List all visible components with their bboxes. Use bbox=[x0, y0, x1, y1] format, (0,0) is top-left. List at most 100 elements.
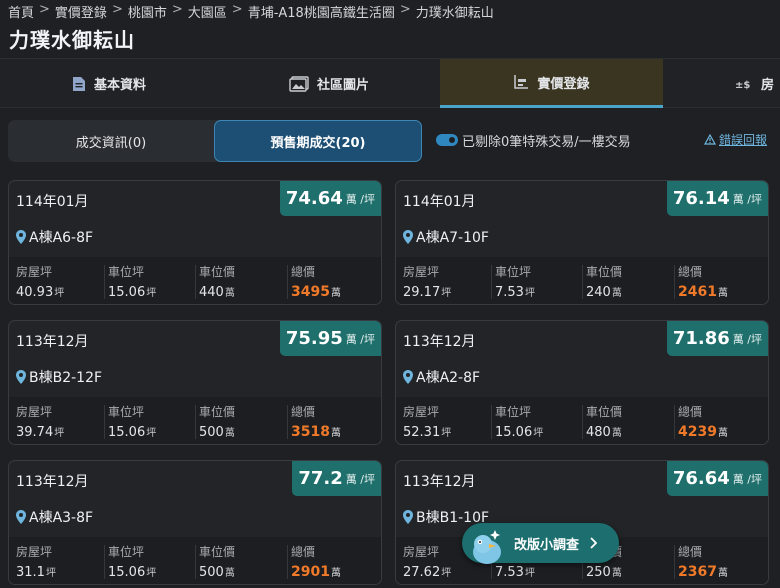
tab-price-registry[interactable]: 實價登錄 bbox=[440, 59, 663, 108]
stat-parking-price: 車位價 500萬 bbox=[199, 403, 235, 440]
presale-deal-button[interactable]: 預售期成交(20) bbox=[214, 120, 422, 162]
unit-price-unit: 萬 /坪 bbox=[345, 192, 375, 206]
parking-area-value: 7.53 bbox=[495, 565, 524, 580]
breadcrumb-separator: > bbox=[171, 2, 183, 17]
unit-name: A棟A3-8F bbox=[29, 510, 94, 526]
divider bbox=[104, 405, 105, 439]
parking-price-value: 500 bbox=[199, 565, 224, 580]
unit-text: 萬 bbox=[330, 288, 341, 299]
location-pin-icon bbox=[16, 230, 26, 244]
stat-label: 總價 bbox=[678, 265, 703, 279]
stat-value: 15.06坪 bbox=[495, 424, 543, 440]
transaction-card[interactable]: 113年12月 77.2 萬 /坪 A棟A3-8F 房屋坪 31.1坪 車位坪 … bbox=[8, 460, 382, 585]
unit-text: 坪 bbox=[524, 288, 535, 299]
unit-price-value: 76.14 bbox=[672, 188, 730, 209]
stat-value: 15.06坪 bbox=[108, 564, 156, 580]
stat-label: 總價 bbox=[678, 405, 703, 419]
stat-total-price: 總價 3495萬 bbox=[291, 263, 341, 300]
stat-label: 房屋坪 bbox=[16, 265, 53, 279]
stat-value: 27.62坪 bbox=[403, 564, 451, 580]
page-title: 力璞水御耘山 bbox=[9, 28, 135, 52]
error-report-link[interactable]: 錯誤回報 bbox=[704, 131, 767, 148]
unit-text: 坪 bbox=[146, 568, 157, 579]
unit-text: 萬 bbox=[330, 428, 341, 439]
breadcrumb-separator: > bbox=[231, 2, 243, 17]
breadcrumb-district[interactable]: 大園區 bbox=[188, 2, 227, 21]
total-price-value: 3518 bbox=[291, 424, 330, 440]
transaction-card[interactable]: 114年01月 76.14 萬 /坪 A棟A7-10F 房屋坪 29.17坪 車… bbox=[395, 180, 769, 305]
breadcrumb-price-registry[interactable]: 實價登錄 bbox=[55, 2, 107, 21]
unit-text: 坪 bbox=[524, 568, 535, 579]
parking-price-value: 240 bbox=[586, 285, 611, 300]
deal-date: 113年12月 bbox=[403, 474, 476, 490]
breadcrumb: 首頁 > 實價登錄 > 桃園市 > 大園區 > 青埔-A18桃園高鐵生活圈 > 力璞水御耘… bbox=[8, 2, 494, 21]
stat-value: 240萬 bbox=[586, 284, 622, 300]
unit-text: 萬 bbox=[611, 428, 622, 439]
transaction-card[interactable]: 114年01月 74.64 萬 /坪 A棟A6-8F 房屋坪 40.93坪 車位… bbox=[8, 180, 382, 305]
divider bbox=[287, 545, 288, 579]
stat-label: 車位價 bbox=[586, 265, 623, 279]
total-price-value: 4239 bbox=[678, 424, 717, 440]
stat-value: 7.53坪 bbox=[495, 284, 535, 300]
stat-label: 房屋坪 bbox=[403, 405, 440, 419]
location-pin-icon bbox=[403, 510, 413, 524]
exclude-special-toggle[interactable] bbox=[436, 134, 458, 146]
location-pin-icon bbox=[16, 510, 26, 524]
unit-text: 坪 bbox=[441, 288, 452, 299]
error-report-label: 錯誤回報 bbox=[719, 133, 768, 147]
unit-text: 萬 bbox=[330, 568, 341, 579]
location-pin-icon bbox=[403, 230, 413, 244]
unit-text: 坪 bbox=[533, 428, 544, 439]
stat-total-price: 總價 3518萬 bbox=[291, 403, 341, 440]
unit-text: 萬 bbox=[717, 568, 728, 579]
divider bbox=[491, 265, 492, 299]
breadcrumb-community[interactable]: 力璞水御耘山 bbox=[416, 2, 494, 21]
parking-price-value: 440 bbox=[199, 285, 224, 300]
stat-total-price: 總價 2901萬 bbox=[291, 543, 341, 580]
total-price-value: 2367 bbox=[678, 564, 717, 580]
unit-price-value: 74.64 bbox=[285, 188, 343, 209]
breadcrumb-area[interactable]: 青埔-A18桃園高鐵生活圈 bbox=[248, 2, 395, 21]
stat-label: 車位價 bbox=[586, 405, 623, 419]
stat-label: 車位坪 bbox=[108, 265, 145, 279]
parking-price-value: 500 bbox=[199, 425, 224, 440]
divider bbox=[287, 405, 288, 439]
stat-label: 房屋坪 bbox=[403, 265, 440, 279]
transaction-card[interactable]: 113年12月 75.95 萬 /坪 B棟B2-12F 房屋坪 39.74坪 車… bbox=[8, 320, 382, 445]
deal-info-button[interactable]: 成交資訊(0) bbox=[8, 120, 214, 162]
exclude-special-label: 已剔除0筆特殊交易/一樓交易 bbox=[462, 135, 631, 150]
stat-house-area: 房屋坪 29.17坪 bbox=[403, 263, 451, 300]
stat-value: 31.1坪 bbox=[16, 564, 56, 580]
unit-text: 坪 bbox=[54, 428, 65, 439]
unit-location: B棟B2-12F bbox=[16, 367, 102, 387]
divider bbox=[104, 545, 105, 579]
house-area-value: 40.93 bbox=[16, 285, 54, 300]
stat-parking-price: 車位價 240萬 bbox=[586, 263, 622, 300]
deal-type-switch: 成交資訊(0) 預售期成交(20) bbox=[8, 120, 422, 162]
image-icon bbox=[289, 75, 309, 92]
breadcrumb-home[interactable]: 首頁 bbox=[8, 2, 34, 21]
divider bbox=[582, 405, 583, 439]
svg-text:±$: ±$ bbox=[735, 80, 750, 91]
stat-parking-price: 車位價 480萬 bbox=[586, 403, 622, 440]
stat-label: 總價 bbox=[291, 405, 316, 419]
deal-stats: 房屋坪 29.17坪 車位坪 7.53坪 車位價 240萬 總價 2461萬 bbox=[396, 257, 768, 304]
stat-parking-area: 車位坪 15.06坪 bbox=[108, 263, 156, 300]
parking-area-value: 15.06 bbox=[108, 285, 146, 300]
stat-label: 車位坪 bbox=[495, 265, 532, 279]
tab-community-photos[interactable]: 社區圖片 bbox=[218, 59, 440, 108]
stat-label: 房屋坪 bbox=[16, 405, 53, 419]
stat-value: 500萬 bbox=[199, 424, 235, 440]
house-area-value: 52.31 bbox=[403, 425, 441, 440]
tab-basic-info[interactable]: 基本資料 bbox=[0, 59, 218, 108]
deal-stats: 房屋坪 40.93坪 車位坪 15.06坪 車位價 440萬 總價 3495萬 bbox=[9, 257, 381, 304]
transaction-card[interactable]: 113年12月 71.86 萬 /坪 A棟A2-8F 房屋坪 52.31坪 車位… bbox=[395, 320, 769, 445]
tab-price-trend[interactable]: ±$ 房 bbox=[663, 59, 780, 108]
divider bbox=[195, 405, 196, 439]
breadcrumb-city[interactable]: 桃園市 bbox=[128, 2, 167, 21]
stat-label: 車位價 bbox=[199, 405, 236, 419]
stat-value: 29.17坪 bbox=[403, 284, 451, 300]
unit-text: 坪 bbox=[54, 288, 65, 299]
stat-label: 總價 bbox=[291, 265, 316, 279]
unit-name: A棟A7-10F bbox=[416, 230, 489, 246]
